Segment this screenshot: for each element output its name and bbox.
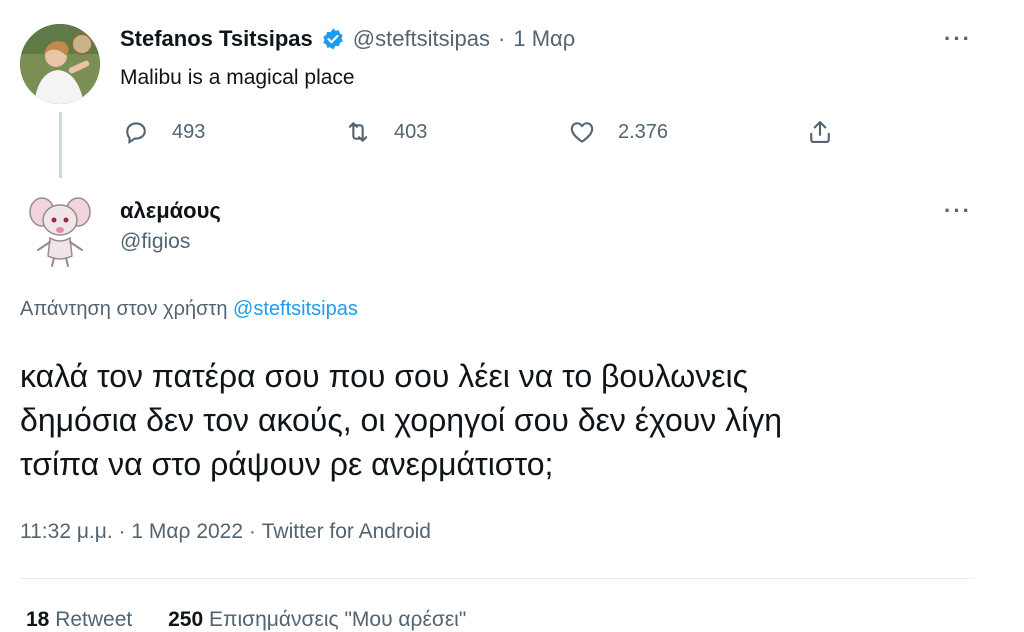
- replying-to-handle-link[interactable]: @steftsitsipas: [233, 298, 358, 320]
- more-options-icon[interactable]: ···: [944, 26, 972, 52]
- retweet-icon: [348, 122, 368, 142]
- separator: ·: [498, 26, 506, 51]
- separator: ·: [118, 520, 126, 543]
- like-action[interactable]: 2.376: [568, 118, 668, 146]
- retweet-count: 403: [394, 120, 428, 143]
- replying-to-prefix: Απάντηση στον χρήστη: [20, 298, 228, 320]
- retweet-label: Retweet: [55, 608, 133, 631]
- reply-author-handle[interactable]: @figios: [120, 230, 190, 254]
- retweet-action[interactable]: 403: [344, 118, 427, 146]
- parent-tweet-text: Malibu is a magical place: [120, 66, 355, 89]
- tweet-date[interactable]: 1 Μαρ: [513, 26, 575, 52]
- reply-count: 493: [172, 120, 206, 143]
- avatar-parent[interactable]: [20, 24, 100, 104]
- replying-to: Απάντηση στον χρήστη @steftsitsipas: [20, 298, 358, 321]
- engagement-stats: 18 Retweet 250 Επισημάνσεις "Μου αρέσει": [26, 608, 466, 632]
- divider: [20, 578, 974, 579]
- reply-text-line: τσίπα να στο ράψουν ρε ανερμάτιστο;: [20, 446, 554, 482]
- tennis-player-photo: [20, 24, 100, 104]
- thread-line: [59, 112, 62, 178]
- like-label: Επισημάνσεις "Μου αρέσει": [208, 608, 467, 631]
- like-total: 250: [168, 608, 204, 631]
- reply-tweet-text: καλά τον πατέρα σου που σου λέει να το β…: [20, 354, 782, 486]
- tweet-meta: 11:32 μ.μ. · 1 Μαρ 2022 · Twitter for An…: [20, 520, 431, 544]
- tweet-source[interactable]: Twitter for Android: [262, 520, 431, 543]
- share-action[interactable]: [806, 118, 834, 146]
- likes-link[interactable]: 250 Επισημάνσεις "Μου αρέσει": [168, 608, 466, 631]
- tweet-time[interactable]: 11:32 μ.μ.: [20, 520, 113, 543]
- reply-icon: [126, 122, 146, 144]
- separator: ·: [248, 520, 256, 543]
- reply-author-name[interactable]: αλεμάους: [120, 198, 221, 224]
- parent-header: Stefanos Tsitsipas @steftsitsipas · 1 Μα…: [120, 26, 575, 52]
- more-options-icon[interactable]: ···: [944, 198, 972, 224]
- verified-badge-icon: [323, 28, 343, 50]
- reply-action[interactable]: 493: [122, 118, 205, 146]
- share-icon: [810, 121, 830, 143]
- like-count: 2.376: [618, 120, 669, 143]
- author-name[interactable]: Stefanos Tsitsipas: [120, 26, 313, 52]
- retweets-link[interactable]: 18 Retweet: [26, 608, 138, 631]
- retweet-total: 18: [26, 608, 50, 631]
- mouse-avatar-image: [29, 197, 91, 267]
- tweet-full-date[interactable]: 1 Μαρ 2022: [131, 520, 243, 543]
- reply-text-line: δημόσια δεν τον ακούς, οι χορηγοί σου δε…: [20, 402, 783, 438]
- author-handle[interactable]: @steftsitsipas: [353, 26, 490, 52]
- avatar-reply[interactable]: [20, 190, 100, 270]
- reply-text-line: καλά τον πατέρα σου που σου λέει να το β…: [20, 358, 748, 394]
- heart-icon: [570, 122, 594, 143]
